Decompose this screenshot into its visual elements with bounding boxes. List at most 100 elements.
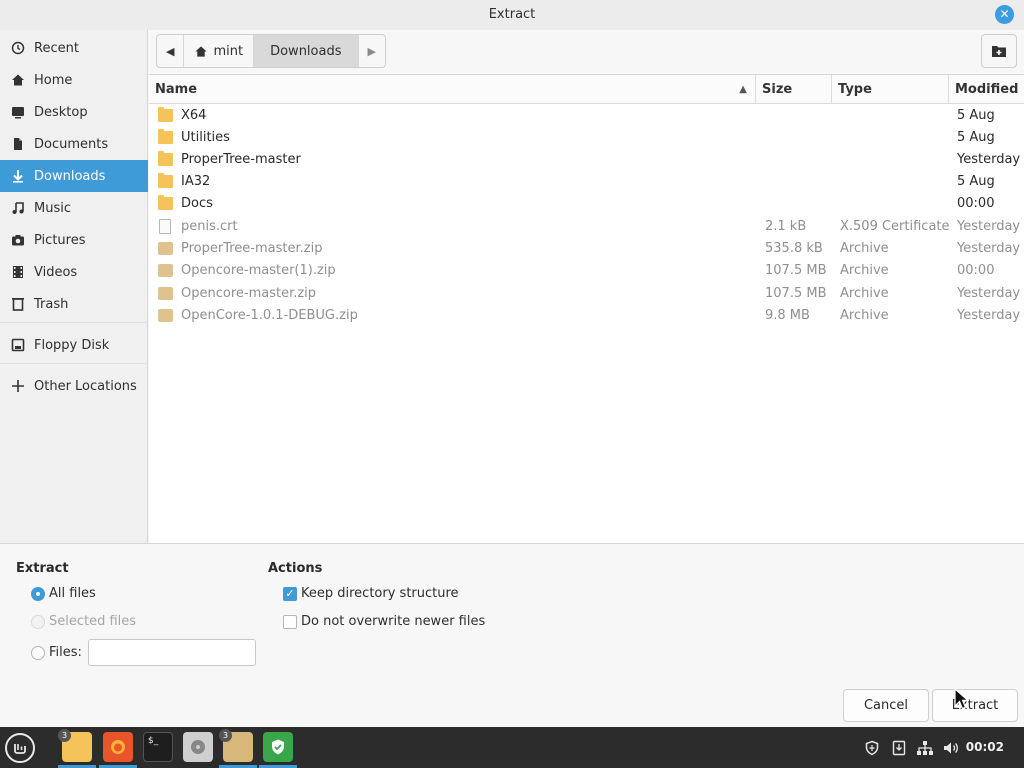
table-row[interactable]: ProperTree-master Yesterday (149, 149, 1024, 171)
mint-menu-button[interactable] (5, 733, 35, 763)
file-name: penis.crt (181, 219, 238, 234)
path-back-button[interactable]: ◀ (157, 35, 185, 67)
music-icon (9, 200, 27, 216)
breadcrumb-home-label: mint (213, 43, 244, 59)
table-row[interactable]: IA32 5 Aug (149, 171, 1024, 193)
table-row[interactable]: Opencore-master(1).zip 107.5 MB Archive … (149, 260, 1024, 282)
column-header-name[interactable]: Name ▲ (149, 75, 756, 104)
floppy-icon (9, 337, 27, 353)
cancel-button[interactable]: Cancel (843, 689, 929, 722)
window-count-badge: 3 (219, 729, 232, 742)
file-list: Name ▲ Size Type Modified X64 5 Aug Util… (149, 74, 1024, 543)
column-header-modified[interactable]: Modified (949, 75, 1024, 104)
radio-button[interactable] (31, 645, 45, 660)
sidebar-item-floppy-disk[interactable]: Floppy Disk (0, 329, 148, 361)
files-pattern-input[interactable] (88, 639, 256, 666)
archive-icon (158, 264, 173, 277)
sidebar-item-home[interactable]: Home (0, 64, 148, 96)
extract-button[interactable]: Extract (932, 689, 1018, 722)
file-size: 107.5 MB (765, 263, 827, 278)
file-type: Archive (840, 308, 889, 323)
sidebar-item-recent[interactable]: Recent (0, 32, 148, 64)
keep-structure-checkbox[interactable]: ✓ Keep directory structure (283, 586, 459, 601)
tray-shield[interactable] (864, 727, 880, 768)
file-modified: Yesterday (957, 241, 1021, 256)
window-count-badge: 3 (58, 729, 71, 742)
tray-network[interactable] (916, 727, 934, 768)
titlebar: Extract ✕ (0, 0, 1024, 30)
clock-icon (9, 40, 27, 56)
sidebar-item-other-locations[interactable]: Other Locations (0, 370, 148, 402)
volume-icon (942, 740, 960, 756)
all-files-radio[interactable]: All files (31, 586, 96, 601)
taskbar-clock[interactable]: 00:02 (966, 727, 1004, 768)
files-radio[interactable]: Files: (31, 645, 82, 660)
taskbar-archive-manager[interactable]: 3 (219, 729, 253, 762)
file-name: Docs (181, 196, 213, 211)
radio-button (31, 614, 45, 629)
table-row[interactable]: Opencore-master.zip 107.5 MB Archive Yes… (149, 283, 1024, 305)
document-icon (159, 219, 171, 234)
folder-icon (158, 107, 173, 122)
sidebar-item-label: Documents (34, 136, 109, 152)
desktop-icon (9, 104, 27, 120)
file-type: Archive (840, 241, 889, 256)
file-name: ProperTree-master.zip (181, 241, 323, 256)
breadcrumb-home[interactable]: mint (184, 35, 255, 67)
radio-button[interactable] (31, 586, 45, 601)
tray-updates[interactable] (892, 727, 906, 768)
selected-files-label: Selected files (49, 614, 137, 629)
taskbar-firefox[interactable] (103, 732, 133, 762)
tray-volume[interactable] (942, 727, 960, 768)
taskbar-update-manager[interactable] (263, 732, 293, 762)
sidebar-item-pictures[interactable]: Pictures (0, 224, 148, 256)
column-type-label: Type (838, 82, 872, 97)
column-header-type[interactable]: Type (832, 75, 949, 104)
sidebar-item-music[interactable]: Music (0, 192, 148, 224)
table-row[interactable]: OpenCore-1.0.1-DEBUG.zip 9.8 MB Archive … (149, 305, 1024, 327)
column-name-label: Name (155, 82, 198, 97)
sidebar-item-downloads[interactable]: Downloads (0, 160, 148, 192)
column-header-size[interactable]: Size (756, 75, 832, 104)
file-modified: 00:00 (957, 196, 995, 211)
film-icon (9, 264, 27, 280)
breadcrumb-downloads[interactable]: Downloads (254, 35, 359, 67)
new-folder-button[interactable] (981, 34, 1017, 68)
sidebar-item-label: Videos (34, 264, 78, 280)
sort-ascending-icon: ▲ (739, 84, 747, 95)
files-label: Files: (49, 645, 82, 660)
column-size-label: Size (762, 82, 793, 97)
sidebar-item-label: Desktop (34, 104, 88, 120)
extract-section-title: Extract (16, 561, 69, 576)
sidebar-item-desktop[interactable]: Desktop (0, 96, 148, 128)
download-icon (9, 168, 27, 184)
table-row[interactable]: X64 5 Aug (149, 105, 1024, 127)
checkbox[interactable] (283, 614, 297, 629)
new-folder-icon (991, 44, 1007, 58)
table-row[interactable]: ProperTree-master.zip 535.8 kB Archive Y… (149, 238, 1024, 260)
taskbar-terminal[interactable]: $_ (143, 732, 173, 762)
file-modified: Yesterday (957, 286, 1021, 301)
taskbar-file-manager[interactable]: 3 (58, 729, 92, 762)
folder-icon (158, 129, 173, 144)
breadcrumb-current-label: Downloads (270, 43, 342, 59)
sidebar-item-trash[interactable]: Trash (0, 288, 148, 320)
table-row[interactable]: Utilities 5 Aug (149, 127, 1024, 149)
path-forward-button[interactable]: ▶ (359, 35, 385, 67)
extract-options: Extract All files Selected files Files: … (0, 543, 1024, 727)
sidebar-item-videos[interactable]: Videos (0, 256, 148, 288)
table-row[interactable]: penis.crt 2.1 kB X.509 Certificate Yeste… (149, 216, 1024, 238)
no-overwrite-checkbox[interactable]: Do not overwrite newer files (283, 614, 485, 629)
table-row[interactable]: Docs 00:00 (149, 193, 1024, 215)
column-modified-label: Modified (955, 82, 1019, 97)
checkmark-icon[interactable]: ✓ (283, 586, 297, 601)
terminal-icon: $_ (148, 736, 159, 746)
taskbar-disks[interactable] (183, 732, 213, 762)
file-modified: Yesterday (957, 308, 1021, 323)
close-button[interactable]: ✕ (995, 5, 1014, 24)
update-tray-icon (892, 740, 906, 756)
file-name: Opencore-master(1).zip (181, 263, 336, 278)
file-modified: 5 Aug (957, 130, 995, 145)
sidebar-item-documents[interactable]: Documents (0, 128, 148, 160)
file-modified: Yesterday (957, 219, 1021, 234)
